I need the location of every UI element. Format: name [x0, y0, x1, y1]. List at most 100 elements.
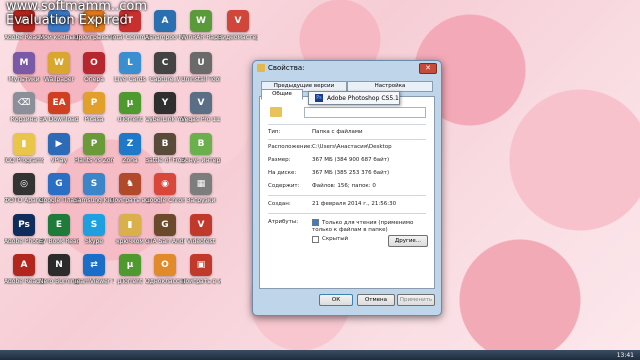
- desktop-icon[interactable]: O Опера: [74, 52, 114, 83]
- desktop-icon[interactable]: Y CyberLink YouCam: [145, 92, 185, 123]
- desktop-icon[interactable]: ♞ Поиграть в шахматы: [110, 173, 150, 204]
- desktop-icon[interactable]: V Видеомастер: [218, 10, 258, 41]
- recycle-bin-icon: ⌫: [13, 92, 35, 114]
- desktop-icon[interactable]: ⇄ TeamViewer 7: [74, 254, 114, 285]
- wallpaper-icon: W: [48, 52, 70, 74]
- skype-icon: S: [83, 214, 105, 236]
- desktop-icon-label: Одноклассники: [145, 278, 185, 285]
- desktop-icon[interactable]: О Одноклассники: [145, 254, 185, 285]
- desktop-icon[interactable]: S Samsung Kies: [74, 173, 114, 204]
- row-size: Размер: 367 МБ (384 900 687 байт): [268, 157, 390, 163]
- desktop-icon[interactable]: A Adobe Reader X: [4, 254, 44, 285]
- desktop-icon-label: ФОТО Aparat: [4, 197, 44, 204]
- desktop-icon[interactable]: P Plants vs Zombies: [74, 133, 114, 164]
- desktop-icon[interactable]: ◎ ФОТО Aparat: [4, 173, 44, 204]
- desktop-icon[interactable]: ◉ Google Chrome: [145, 173, 185, 204]
- desktop-icon[interactable]: N Nero Burning ROM: [39, 254, 79, 285]
- desktop-icon[interactable]: µ uTorrent: [110, 92, 150, 123]
- hidden-option[interactable]: Скрытый: [312, 236, 348, 243]
- desktop-icon[interactable]: P Picasa: [74, 92, 114, 123]
- desktop-icon-label: Ashampoo Magical: [145, 34, 185, 41]
- desktop-icon[interactable]: ⌫ Корзина: [4, 92, 44, 123]
- desktop-icon[interactable]: V Videofest: [181, 214, 221, 245]
- desktop-icon[interactable]: V Vegas Pro 11.0 (64-bit): [181, 92, 221, 123]
- desktop-icon[interactable]: ▮ ICQ Programs: [4, 133, 44, 164]
- row-location: Расположение: C:\Users\Анастасия\Desktop: [268, 144, 392, 150]
- close-button[interactable]: ✕: [419, 63, 437, 74]
- teamviewer-icon: ⇄: [83, 254, 105, 276]
- desktop-icon-label: Поиграть в шахматы: [110, 197, 150, 204]
- camera-icon: ◎: [13, 173, 35, 195]
- desktop-icon-label: uTorrent: [117, 116, 143, 123]
- desktop-icon[interactable]: G GTA San Andreas: [145, 214, 185, 245]
- desktop-icon[interactable]: M Мультики: [4, 52, 44, 83]
- desktop-icon-label: Проигрыватель: [74, 34, 114, 41]
- desktop-icon[interactable]: µ µTorrent: [110, 254, 150, 285]
- picasa-icon: P: [83, 92, 105, 114]
- desktop-icon-label: CyberLink YouCam: [145, 116, 185, 123]
- desktop-icon-label: Google Планета: [39, 197, 79, 204]
- desktop-icon[interactable]: EA EA Download Manager: [39, 92, 79, 123]
- cancel-button[interactable]: Отмена: [357, 294, 395, 306]
- folder-icon: [257, 64, 265, 72]
- folder-large-icon: [270, 107, 282, 117]
- folder-icon: ▮: [119, 214, 141, 236]
- desktop-icon-label: EA Download Manager: [39, 116, 79, 123]
- ea-icon: EA: [48, 92, 70, 114]
- row-created: Создан: 21 февраля 2014 г., 21:56:30: [268, 201, 397, 207]
- desktop-icon-label: Видеомастер: [218, 34, 258, 41]
- desktop-icon[interactable]: ▶ vPlay: [39, 133, 79, 164]
- apply-button[interactable]: Применить: [397, 294, 435, 306]
- divider: [268, 195, 426, 196]
- desktop-icon[interactable]: L Live Cards: [110, 52, 150, 83]
- desktop-icon-label: E7 Book Reader: [39, 238, 79, 245]
- chrome-icon: ◉: [154, 173, 176, 195]
- ok-button[interactable]: ОК: [319, 294, 353, 306]
- desktop-icon[interactable]: B Battle of Frontier: [145, 133, 185, 164]
- desktop-icon[interactable]: G Google Планета: [39, 173, 79, 204]
- desktop-icon[interactable]: C Capture_V: [145, 52, 185, 83]
- desktop-icon[interactable]: Ps Adobe Photoshop: [4, 214, 44, 245]
- desktop-icon-label: vPlay: [50, 157, 68, 164]
- divider: [268, 139, 426, 140]
- desktop-icon-label: GTA San Andreas: [145, 238, 185, 245]
- desktop-icon[interactable]: U Uninstall Tool: [181, 52, 221, 83]
- desktop-icon[interactable]: ▣ Поиграть в игры: [181, 254, 221, 285]
- desktop-icon[interactable]: S Skype: [74, 214, 114, 245]
- desktop-icon-label: Adobe Reader 9: [4, 34, 44, 41]
- tab-general[interactable]: Общие: [261, 89, 303, 100]
- row-contains: Содержит: Файлов: 156; папок: 0: [268, 183, 376, 189]
- desktop-icon[interactable]: A Ashampoo Magical: [145, 10, 185, 41]
- row-disk: На диске: 367 МБ (385 253 376 байт): [268, 170, 390, 176]
- general-panel: Тип: Папка с файлами Расположение: C:\User…: [259, 96, 435, 289]
- zona-icon: Z: [119, 133, 141, 155]
- videofest-icon: V: [190, 214, 212, 236]
- readonly-checkbox[interactable]: [312, 219, 319, 226]
- desktop-icon[interactable]: W Wallpaper: [39, 52, 79, 83]
- desktop-icon[interactable]: Z Zona: [110, 133, 150, 164]
- desktop-icon-label: Поиграть в игры: [181, 278, 221, 285]
- desktop-icon[interactable]: ▦ Загрузки: [181, 173, 221, 204]
- vplay-icon: ▶: [48, 133, 70, 155]
- hidden-checkbox[interactable]: [312, 236, 319, 243]
- folder-name-input[interactable]: [304, 107, 426, 118]
- ashampoo-icon: A: [154, 10, 176, 32]
- desktop-icon[interactable]: E E7 Book Reader: [39, 214, 79, 245]
- desktop-icon-label: Корзина: [10, 116, 38, 123]
- desktop-icon-label: Мой компьютер: [39, 34, 79, 41]
- google-earth-icon: G: [48, 173, 70, 195]
- downloads-icon: ▦: [190, 173, 212, 195]
- desktop-icon-label: Skype: [84, 238, 104, 245]
- desktop-icon[interactable]: ▮ крючком: [110, 214, 150, 245]
- desktop-icon[interactable]: W WinRAR Rapid: [181, 10, 221, 41]
- row-type: Тип: Папка с файлами: [268, 129, 363, 135]
- games-icon: ▣: [190, 254, 212, 276]
- dialog-titlebar[interactable]: Свойства:: [253, 61, 441, 75]
- gta-icon: G: [154, 214, 176, 236]
- other-attributes-button[interactable]: Другие...: [388, 235, 428, 247]
- readonly-option[interactable]: Только для чтения (применимо только к фа…: [312, 219, 422, 234]
- desktop-icon-label: TeamViewer 7: [74, 278, 114, 285]
- desktop-icon-label: Battle of Frontier: [145, 157, 185, 164]
- desktop-icon[interactable]: B Бонус интернет: [181, 133, 221, 164]
- photoshop-icon: Ps: [315, 94, 323, 102]
